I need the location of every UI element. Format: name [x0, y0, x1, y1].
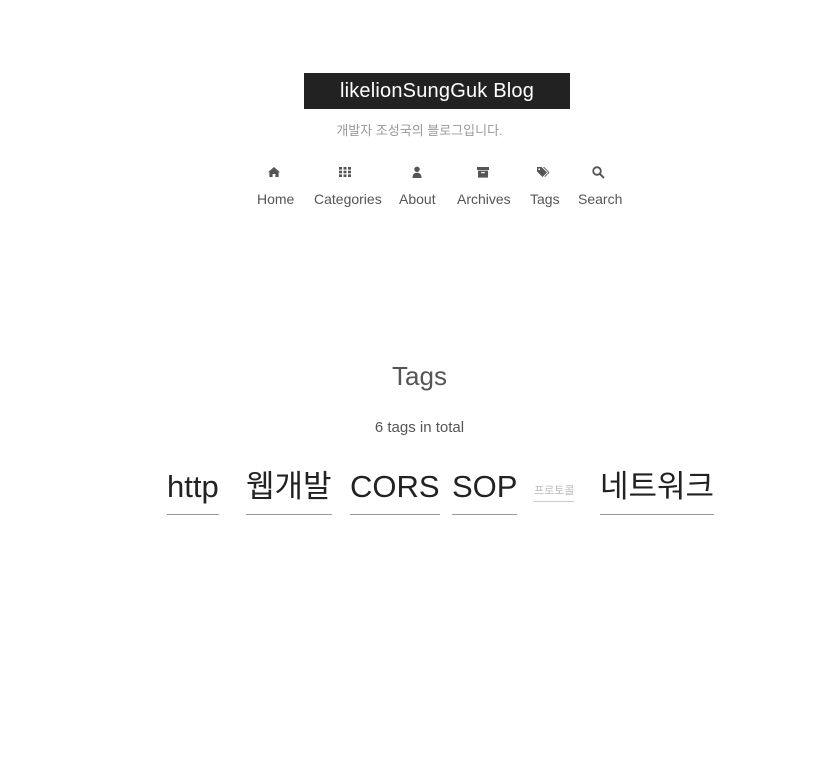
menu-item-about[interactable]: About — [399, 162, 436, 207]
page-title: Tags — [392, 361, 447, 391]
menu-label-categories: Categories — [314, 191, 382, 207]
menu-label-search: Search — [578, 191, 623, 207]
menu-item-home[interactable]: Home — [257, 162, 295, 207]
menu-label-tags: Tags — [530, 191, 560, 207]
tags-count: 6 tags in total — [374, 419, 465, 436]
tag-link-sop[interactable]: SOP — [452, 471, 518, 515]
tag-link-http[interactable]: http — [167, 471, 219, 515]
site-title-text: likelionSungGuk Blog — [339, 79, 535, 102]
tag-link-protocol[interactable]: 프로토콜 — [534, 486, 575, 502]
search-icon — [591, 165, 605, 179]
th-icon — [338, 165, 352, 179]
menu-label-home: Home — [257, 191, 295, 207]
site-subtitle: 개발자 조성국의 블로그입니다. — [336, 123, 503, 138]
menu-item-categories[interactable]: Categories — [314, 162, 382, 207]
archive-icon — [476, 165, 490, 179]
user-icon — [410, 165, 424, 179]
menu-item-tags[interactable]: Tags — [530, 162, 560, 207]
menu-item-search[interactable]: Search — [578, 162, 623, 207]
tags-icon — [536, 165, 550, 179]
home-icon — [267, 165, 281, 179]
site-title[interactable]: likelionSungGuk Blog — [304, 73, 570, 109]
main-menu: Home Categories About Archives Tags Sear… — [0, 162, 839, 212]
menu-item-archives[interactable]: Archives — [457, 162, 511, 207]
tag-link-webdev[interactable]: 웹개발 — [246, 471, 332, 515]
menu-label-about: About — [399, 191, 436, 207]
tag-link-network[interactable]: 네트워크 — [600, 471, 715, 515]
tag-link-cors[interactable]: CORS — [350, 471, 440, 515]
menu-label-archives: Archives — [457, 191, 511, 207]
page: likelionSungGuk Blog 개발자 조성국의 블로그입니다. Ho… — [0, 0, 839, 773]
